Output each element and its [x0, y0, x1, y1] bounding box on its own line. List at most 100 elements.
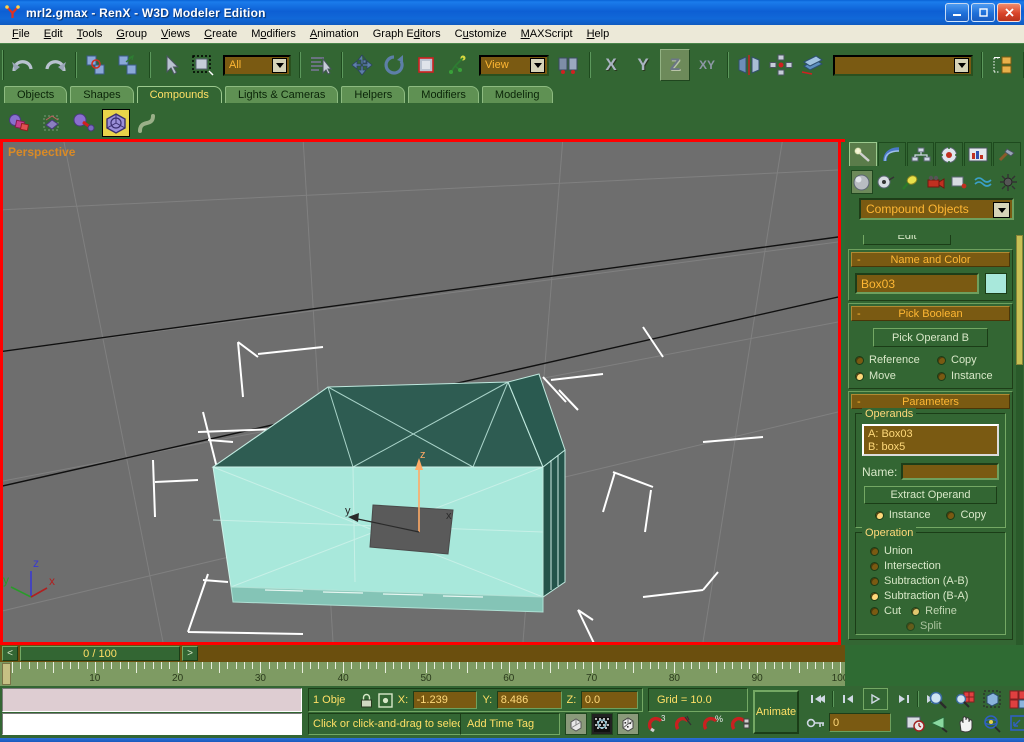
close-button[interactable]	[997, 3, 1021, 22]
radio-subtraction-ab[interactable]: Subtraction (A-B)	[870, 575, 999, 587]
x-coordinate-field[interactable]: -1.239	[413, 691, 478, 709]
chevron-down-icon-2[interactable]	[530, 58, 545, 73]
zoom-all-icon[interactable]	[952, 688, 977, 710]
menu-help[interactable]: Help	[580, 27, 617, 41]
cameras-icon[interactable]	[924, 170, 945, 194]
scrollbar-thumb[interactable]	[1016, 235, 1023, 365]
collapse-icon-name-color[interactable]: -	[857, 254, 861, 266]
restrict-to-xy-button[interactable]: XY	[692, 49, 722, 81]
absolute-relative-transform-icon[interactable]	[378, 693, 393, 708]
track-bar-handle[interactable]	[2, 663, 11, 685]
perspective-viewport[interactable]: Perspective	[0, 139, 841, 645]
geometry-icon[interactable]	[851, 170, 873, 194]
radio-extract-copy[interactable]: Copy	[946, 509, 986, 521]
menu-group[interactable]: Group	[109, 27, 154, 41]
restrict-to-x-button[interactable]: X	[596, 49, 626, 81]
restrict-to-z-button[interactable]: Z	[660, 49, 690, 81]
menu-tools[interactable]: Tools	[70, 27, 110, 41]
next-frame-icon[interactable]	[890, 688, 915, 710]
helpers-icon[interactable]	[949, 170, 970, 194]
tab-objects[interactable]: Objects	[4, 86, 67, 103]
collapse-icon-pick-boolean[interactable]: -	[857, 308, 861, 320]
shade-selected-icon[interactable]	[565, 713, 587, 735]
z-coordinate-field[interactable]: 0.0	[581, 691, 638, 709]
go-to-start-icon[interactable]	[805, 688, 830, 710]
operand-a-item[interactable]: A: Box03	[868, 428, 993, 441]
toolbar-grip[interactable]	[2, 50, 4, 80]
time-slider-next-button[interactable]: >	[182, 646, 198, 661]
radio-copy[interactable]: Copy	[937, 354, 977, 366]
menu-file[interactable]: File	[5, 27, 37, 41]
operand-b-item[interactable]: B: box5	[868, 441, 993, 454]
select-and-link-icon[interactable]	[82, 49, 112, 81]
undo-icon[interactable]	[8, 49, 38, 81]
time-slider-prev-button[interactable]: <	[2, 646, 18, 661]
object-name-input[interactable]: Box03	[855, 273, 979, 294]
maxscript-mini-listener-input[interactable]	[2, 713, 302, 735]
chevron-down-icon-4[interactable]	[993, 202, 1010, 218]
layer-manager-icon[interactable]	[798, 49, 828, 81]
conform-icon[interactable]	[38, 109, 66, 137]
tab-modeling[interactable]: Modeling	[482, 86, 553, 103]
use-pivot-point-center-icon[interactable]	[554, 49, 584, 81]
radio-subtraction-ba[interactable]: Subtraction (B-A)	[870, 590, 999, 602]
object-category-dropdown[interactable]: Compound Objects	[859, 198, 1014, 220]
maxscript-mini-listener-output[interactable]	[2, 688, 302, 712]
current-frame-field[interactable]: 0	[829, 713, 891, 732]
zoom-extents-icon[interactable]	[979, 688, 1004, 710]
radio-intersection[interactable]: Intersection	[870, 560, 999, 572]
create-tab-icon[interactable]	[849, 142, 877, 166]
zoom-extents-all-icon[interactable]	[1006, 688, 1024, 710]
manipulate-icon[interactable]	[444, 49, 474, 81]
maximize-button[interactable]	[971, 3, 995, 22]
radio-reference[interactable]: Reference	[855, 354, 937, 366]
percent-snap-icon[interactable]: %	[700, 713, 725, 735]
see-through-icon[interactable]	[591, 713, 613, 735]
menu-maxscript[interactable]: MAXScript	[514, 27, 580, 41]
menu-animation[interactable]: Animation	[303, 27, 366, 41]
animate-toggle-button[interactable]: Animate	[753, 690, 799, 734]
select-object-icon[interactable]	[156, 49, 186, 81]
radio-split[interactable]: Split	[906, 620, 999, 632]
viewport-label[interactable]: Perspective	[8, 145, 75, 159]
key-mode-toggle-icon[interactable]	[806, 716, 826, 730]
shapes-icon[interactable]	[876, 170, 897, 194]
scatter-icon[interactable]	[70, 109, 98, 137]
radio-cut[interactable]: Cut	[870, 605, 901, 617]
boolean-icon[interactable]	[102, 109, 130, 137]
add-time-tag-button[interactable]: Add Time Tag	[460, 713, 560, 735]
select-and-uniform-scale-icon[interactable]	[412, 49, 442, 81]
adaptive-degradation-icon[interactable]	[617, 713, 639, 735]
selection-lock-icon[interactable]	[360, 693, 373, 708]
field-of-view-icon[interactable]	[925, 712, 950, 734]
parameters-header[interactable]: - Parameters	[851, 394, 1010, 409]
zoom-icon[interactable]	[925, 688, 950, 710]
modify-tab-icon[interactable]	[878, 142, 906, 166]
tab-modifiers[interactable]: Modifiers	[408, 86, 479, 103]
viewport-canvas[interactable]: z y x z y x	[3, 142, 838, 642]
tab-helpers[interactable]: Helpers	[341, 86, 405, 103]
space-warps-icon[interactable]	[973, 170, 994, 194]
chevron-down-icon-3[interactable]	[954, 58, 969, 73]
radio-move[interactable]: Move	[855, 370, 937, 382]
hierarchy-tab-icon[interactable]	[907, 142, 935, 166]
rollout-scroll-area[interactable]: Edit - Name and Color Box03	[845, 235, 1024, 645]
operand-name-input[interactable]	[901, 463, 999, 480]
systems-icon[interactable]	[998, 170, 1019, 194]
restrict-to-y-button[interactable]: Y	[628, 49, 658, 81]
menu-graph-editors[interactable]: Graph Editors	[366, 27, 448, 41]
select-by-name-icon[interactable]	[306, 49, 336, 81]
select-and-rotate-icon[interactable]	[380, 49, 410, 81]
pick-operand-b-button[interactable]: Pick Operand B	[873, 328, 988, 347]
extract-operand-button[interactable]: Extract Operand	[864, 486, 997, 504]
loft-icon[interactable]	[134, 109, 162, 137]
lights-icon[interactable]	[900, 170, 921, 194]
pick-boolean-header[interactable]: - Pick Boolean	[851, 306, 1010, 321]
y-coordinate-field[interactable]: 8.486	[497, 691, 562, 709]
time-slider-field[interactable]: 0 / 100	[20, 646, 180, 661]
operands-listbox[interactable]: A: Box03 B: box5	[862, 424, 999, 456]
rectangular-selection-region-icon[interactable]	[188, 49, 218, 81]
track-bar[interactable]: 102030405060708090100	[0, 662, 845, 686]
min-max-toggle-icon[interactable]	[1006, 712, 1024, 734]
collapse-icon-parameters[interactable]: -	[857, 396, 861, 408]
